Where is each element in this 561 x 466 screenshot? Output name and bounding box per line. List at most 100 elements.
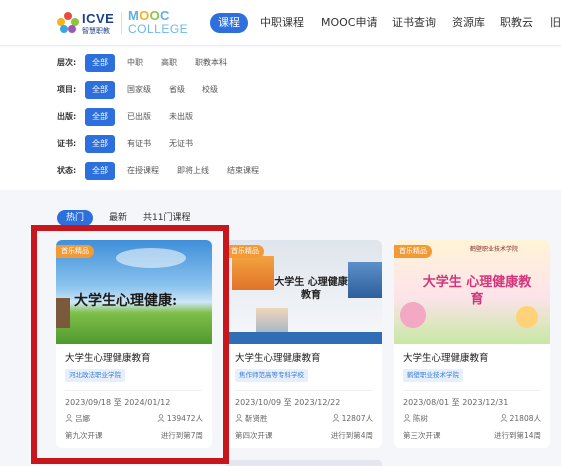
people-icon [157, 414, 165, 422]
teacher-icon [65, 414, 73, 422]
logo-divider [121, 12, 122, 34]
course-progress: 进行到第7周 [160, 431, 203, 440]
mooc-letter-m: M [128, 8, 140, 23]
filter-option[interactable]: 高职 [161, 54, 177, 72]
course-enrollment: 21808人 [500, 413, 541, 424]
tab-hot[interactable]: 热门 [57, 210, 93, 226]
filter-option[interactable]: 在授课程 [127, 162, 159, 180]
filter-option-all[interactable]: 全部 [85, 162, 115, 180]
course-enrollment: 139472人 [157, 413, 203, 424]
filter-option[interactable]: 国家级 [127, 81, 151, 99]
course-badge: 首乐精品 [394, 245, 432, 258]
course-teacher: 陈树 [403, 413, 428, 424]
climber-photo [348, 262, 382, 298]
filter-row-certificate: 证书: 全部 有证书 无证书 [0, 135, 561, 153]
icve-brand: icve [82, 11, 115, 26]
course-enrollment: 12807人 [332, 413, 373, 424]
college-text: COLLEGE [128, 22, 189, 36]
teacher-icon [235, 414, 243, 422]
divider [65, 390, 203, 391]
course-title[interactable]: 大学生心理健康教育 [235, 350, 321, 364]
course-date: 2023/09/18 至 2024/01/12 [65, 398, 171, 407]
filter-row-level: 层次: 全部 中职 高职 职教本科 [0, 54, 561, 72]
filter-label: 出版: [57, 112, 77, 121]
balloon-shape [516, 306, 538, 328]
course-school: 焦作师范高等专科学校 [235, 369, 308, 382]
course-title[interactable]: 大学生心理健康教育 [403, 350, 489, 364]
course-date: 2023/10/09 至 2023/12/22 [235, 398, 341, 407]
cloud-shape [116, 248, 186, 268]
filter-option[interactable]: 校级 [202, 81, 218, 99]
course-card[interactable]: 大学生 心理健康教育 首乐精品 大学生心理健康教育 焦作师范高等专科学校 202… [226, 240, 382, 448]
mooc-letter-o2: O [149, 8, 160, 23]
filter-option[interactable]: 已出版 [127, 108, 151, 126]
cover-title: 大学生 心理健康教育 [274, 277, 348, 301]
filter-row-status: 状态: 全部 在授课程 即将上线 结束课程 [0, 162, 561, 180]
course-card[interactable]: 大学生心理健康: 首乐精品 大学生心理健康教育 河北政法职业学院 2023/09… [56, 240, 212, 448]
filter-option[interactable]: 无证书 [169, 135, 193, 153]
filter-panel: 层次: 全部 中职 高职 职教本科 项目: 全部 国家级 省级 校级 出版: 全… [0, 47, 561, 190]
filter-option-all[interactable]: 全部 [85, 108, 115, 126]
cover-bottom-bar [226, 332, 382, 344]
filter-label: 层次: [57, 58, 77, 67]
teacher-name: 吕娜 [75, 414, 90, 423]
nav-resource-library[interactable]: 资源库 [452, 13, 485, 33]
teacher-name: 靳贤胜 [245, 414, 268, 423]
enrollment-count: 139472人 [166, 414, 203, 423]
filter-label: 项目: [57, 85, 77, 94]
teacher-icon [403, 414, 411, 422]
nav-vocational-cloud[interactable]: 职教云 [500, 13, 533, 33]
nav-course[interactable]: 课程 [210, 13, 248, 33]
filter-row-publish: 出版: 全部 已出版 未出版 [0, 108, 561, 126]
cover-title: 大学生 心理健康教育 [422, 275, 532, 307]
filter-row-project: 项目: 全部 国家级 省级 校级 [0, 81, 561, 99]
mooc-text: MOOC [128, 8, 170, 23]
nav-old[interactable]: 旧 [550, 13, 561, 33]
nav-mooc-apply[interactable]: MOOC申请 [321, 13, 378, 33]
course-school: 鹤壁职业技术学院 [403, 369, 463, 382]
filter-option-all[interactable]: 全部 [85, 81, 115, 99]
filter-option[interactable]: 有证书 [127, 135, 151, 153]
cover-org: 鹤壁职业技术学院 [470, 246, 519, 253]
course-badge: 首乐精品 [226, 245, 264, 258]
enrollment-count: 21808人 [509, 414, 541, 423]
filter-option[interactable]: 省级 [169, 81, 185, 99]
course-cover: 大学生 心理健康教育 首乐精品 [226, 240, 382, 344]
teacher-name: 陈树 [413, 414, 428, 423]
course-school: 河北政法职业学院 [65, 369, 125, 382]
course-session: 第九次开课 [65, 431, 103, 440]
enrollment-count: 12807人 [341, 414, 373, 423]
filter-option[interactable]: 即将上线 [177, 162, 209, 180]
filter-option[interactable]: 职教本科 [195, 54, 227, 72]
people-icon [500, 414, 508, 422]
mooc-college-logo[interactable]: MOOC COLLEGE [128, 8, 188, 38]
filter-option-all[interactable]: 全部 [85, 54, 115, 72]
mooc-letter-o1: O [139, 8, 150, 23]
icve-flower-icon [57, 12, 79, 34]
filter-option-all[interactable]: 全部 [85, 135, 115, 153]
course-card[interactable]: 鹤壁职业技术学院 大学生 心理健康教育 首乐精品 大学生心理健康教育 鹤壁职业技… [394, 240, 550, 448]
cover-title: 大学生心理健康: [74, 293, 178, 309]
people-icon [332, 414, 340, 422]
icve-logo[interactable]: icve 智慧职教 [57, 10, 115, 36]
course-teacher: 吕娜 [65, 413, 90, 424]
filter-option[interactable]: 结束课程 [227, 162, 259, 180]
course-title[interactable]: 大学生心理健康教育 [65, 350, 151, 364]
course-teacher: 靳贤胜 [235, 413, 268, 424]
nav-cert-query[interactable]: 证书查询 [392, 13, 436, 33]
filter-option[interactable]: 未出版 [169, 108, 193, 126]
course-progress: 进行到第14周 [493, 431, 541, 440]
next-row-card-peek [226, 460, 382, 466]
nav-secondary-course[interactable]: 中职课程 [260, 13, 304, 33]
divider [403, 390, 541, 391]
mooc-letter-c: C [159, 8, 170, 23]
filter-label: 证书: [57, 139, 77, 148]
tab-latest[interactable]: 最新 [109, 210, 127, 226]
course-session: 第四次开课 [235, 431, 273, 440]
course-cover: 大学生心理健康: 首乐精品 [56, 240, 212, 344]
filter-label: 状态: [57, 166, 77, 175]
course-session: 第三次开课 [403, 431, 441, 440]
course-cover: 鹤壁职业技术学院 大学生 心理健康教育 首乐精品 [394, 240, 550, 344]
filter-option[interactable]: 中职 [127, 54, 143, 72]
top-header: icve 智慧职教 MOOC COLLEGE 课程 中职课程 MOOC申请 证书… [0, 0, 561, 46]
